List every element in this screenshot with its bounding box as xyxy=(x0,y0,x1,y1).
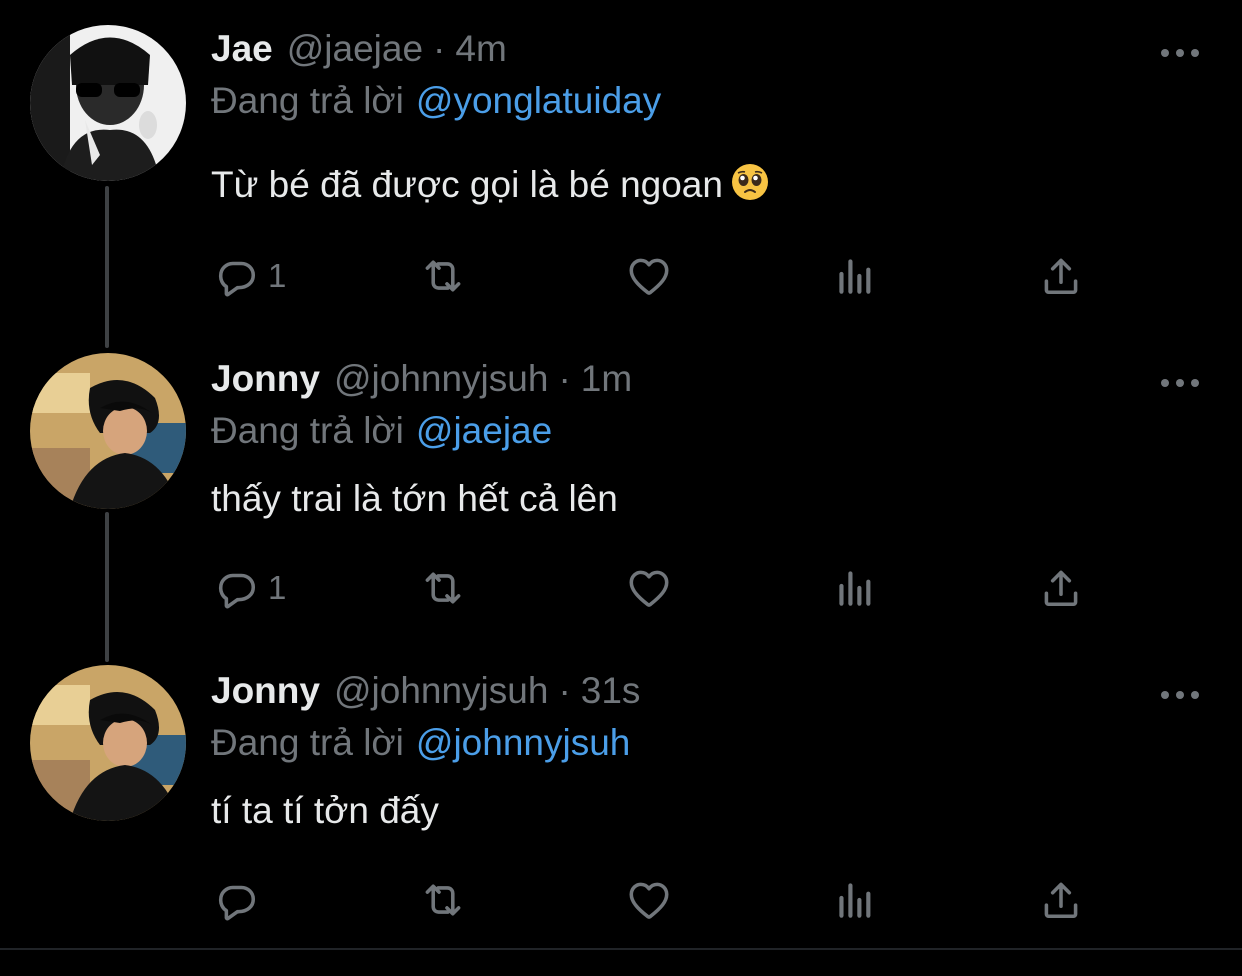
reply-icon xyxy=(212,563,262,613)
tweet-actions: 1 xyxy=(212,251,1092,301)
retweet-icon xyxy=(418,563,468,613)
replying-to: Đang trả lời @johnnyjsuh xyxy=(211,722,630,764)
share-button[interactable] xyxy=(1036,875,1086,925)
tweet-text: tí ta tí tởn đấy xyxy=(211,790,439,832)
share-icon xyxy=(1036,251,1086,301)
retweet-button[interactable] xyxy=(418,563,468,613)
like-icon xyxy=(624,251,674,301)
display-name[interactable]: Jonny xyxy=(211,670,320,712)
reply-icon xyxy=(212,875,262,925)
like-button[interactable] xyxy=(624,875,674,925)
reply-button[interactable] xyxy=(212,875,268,925)
like-icon xyxy=(624,875,674,925)
tweet-header: Jae @jaejae · 4m xyxy=(211,25,507,73)
retweet-icon xyxy=(418,251,468,301)
like-button[interactable] xyxy=(624,563,674,613)
timestamp[interactable]: 4m xyxy=(455,28,506,70)
tweet[interactable]: Jonny @johnnyjsuh · 31s Đang trả lời @joh… xyxy=(0,665,1242,947)
tweet-body: Từ bé đã được gọi là bé ngoan xyxy=(211,164,723,205)
reply-button[interactable]: 1 xyxy=(212,251,286,301)
tweet-body: tí ta tí tởn đấy xyxy=(211,790,439,831)
avatar[interactable] xyxy=(30,665,186,821)
share-button[interactable] xyxy=(1036,251,1086,301)
timestamp[interactable]: 1m xyxy=(581,358,632,400)
reply-icon xyxy=(212,251,262,301)
replying-to: Đang trả lời @yonglatuiday xyxy=(211,80,661,122)
display-name[interactable]: Jonny xyxy=(211,358,320,400)
mention-link[interactable]: @johnnyjsuh xyxy=(416,722,630,763)
replying-label: Đang trả lời xyxy=(211,410,404,451)
mention-link[interactable]: @jaejae xyxy=(416,410,552,451)
avatar-image xyxy=(30,25,186,181)
retweet-button[interactable] xyxy=(418,251,468,301)
separator: · xyxy=(558,670,571,711)
replying-label: Đang trả lời xyxy=(211,722,404,763)
share-icon xyxy=(1036,875,1086,925)
analytics-icon xyxy=(830,251,880,301)
like-button[interactable] xyxy=(624,251,674,301)
divider xyxy=(0,948,1242,950)
user-handle[interactable]: @jaejae xyxy=(287,28,423,70)
retweet-button[interactable] xyxy=(418,875,468,925)
avatar-image xyxy=(30,665,186,821)
tweet[interactable]: Jae @jaejae · 4m Đang trả lời @yonglatuid… xyxy=(0,25,1242,325)
analytics-button[interactable] xyxy=(830,251,880,301)
more-icon[interactable] xyxy=(1158,373,1202,393)
avatar[interactable] xyxy=(30,25,186,181)
replying-to: Đang trả lời @jaejae xyxy=(211,410,552,452)
more-icon[interactable] xyxy=(1158,43,1202,63)
reply-count: 1 xyxy=(268,257,287,294)
tweet-header: Jonny @johnnyjsuh · 31s xyxy=(211,667,640,715)
pleading-face-emoji xyxy=(731,163,769,201)
reply-button[interactable]: 1 xyxy=(212,563,286,613)
like-icon xyxy=(624,563,674,613)
tweet-body: thấy trai là tớn hết cả lên xyxy=(211,478,618,519)
tweet[interactable]: Jonny @johnnyjsuh · 1m Đang trả lời @jaej… xyxy=(0,353,1242,645)
mention-link[interactable]: @yonglatuiday xyxy=(416,80,661,121)
analytics-icon xyxy=(830,875,880,925)
separator: · xyxy=(558,358,571,399)
tweet-header: Jonny @johnnyjsuh · 1m xyxy=(211,355,632,403)
share-icon xyxy=(1036,563,1086,613)
tweet-text: Từ bé đã được gọi là bé ngoan xyxy=(211,163,769,206)
tweet-actions xyxy=(212,875,1092,925)
replying-label: Đang trả lời xyxy=(211,80,404,121)
tweet-text: thấy trai là tớn hết cả lên xyxy=(211,478,618,520)
user-handle[interactable]: @johnnyjsuh xyxy=(334,670,548,712)
more-icon[interactable] xyxy=(1158,685,1202,705)
avatar-image xyxy=(30,353,186,509)
share-button[interactable] xyxy=(1036,563,1086,613)
tweet-actions: 1 xyxy=(212,563,1092,613)
timestamp[interactable]: 31s xyxy=(581,670,641,712)
avatar[interactable] xyxy=(30,353,186,509)
analytics-button[interactable] xyxy=(830,563,880,613)
display-name[interactable]: Jae xyxy=(211,28,273,70)
retweet-icon xyxy=(418,875,468,925)
reply-count: 1 xyxy=(268,569,287,606)
analytics-button[interactable] xyxy=(830,875,880,925)
user-handle[interactable]: @johnnyjsuh xyxy=(334,358,548,400)
separator: · xyxy=(433,28,446,69)
analytics-icon xyxy=(830,563,880,613)
